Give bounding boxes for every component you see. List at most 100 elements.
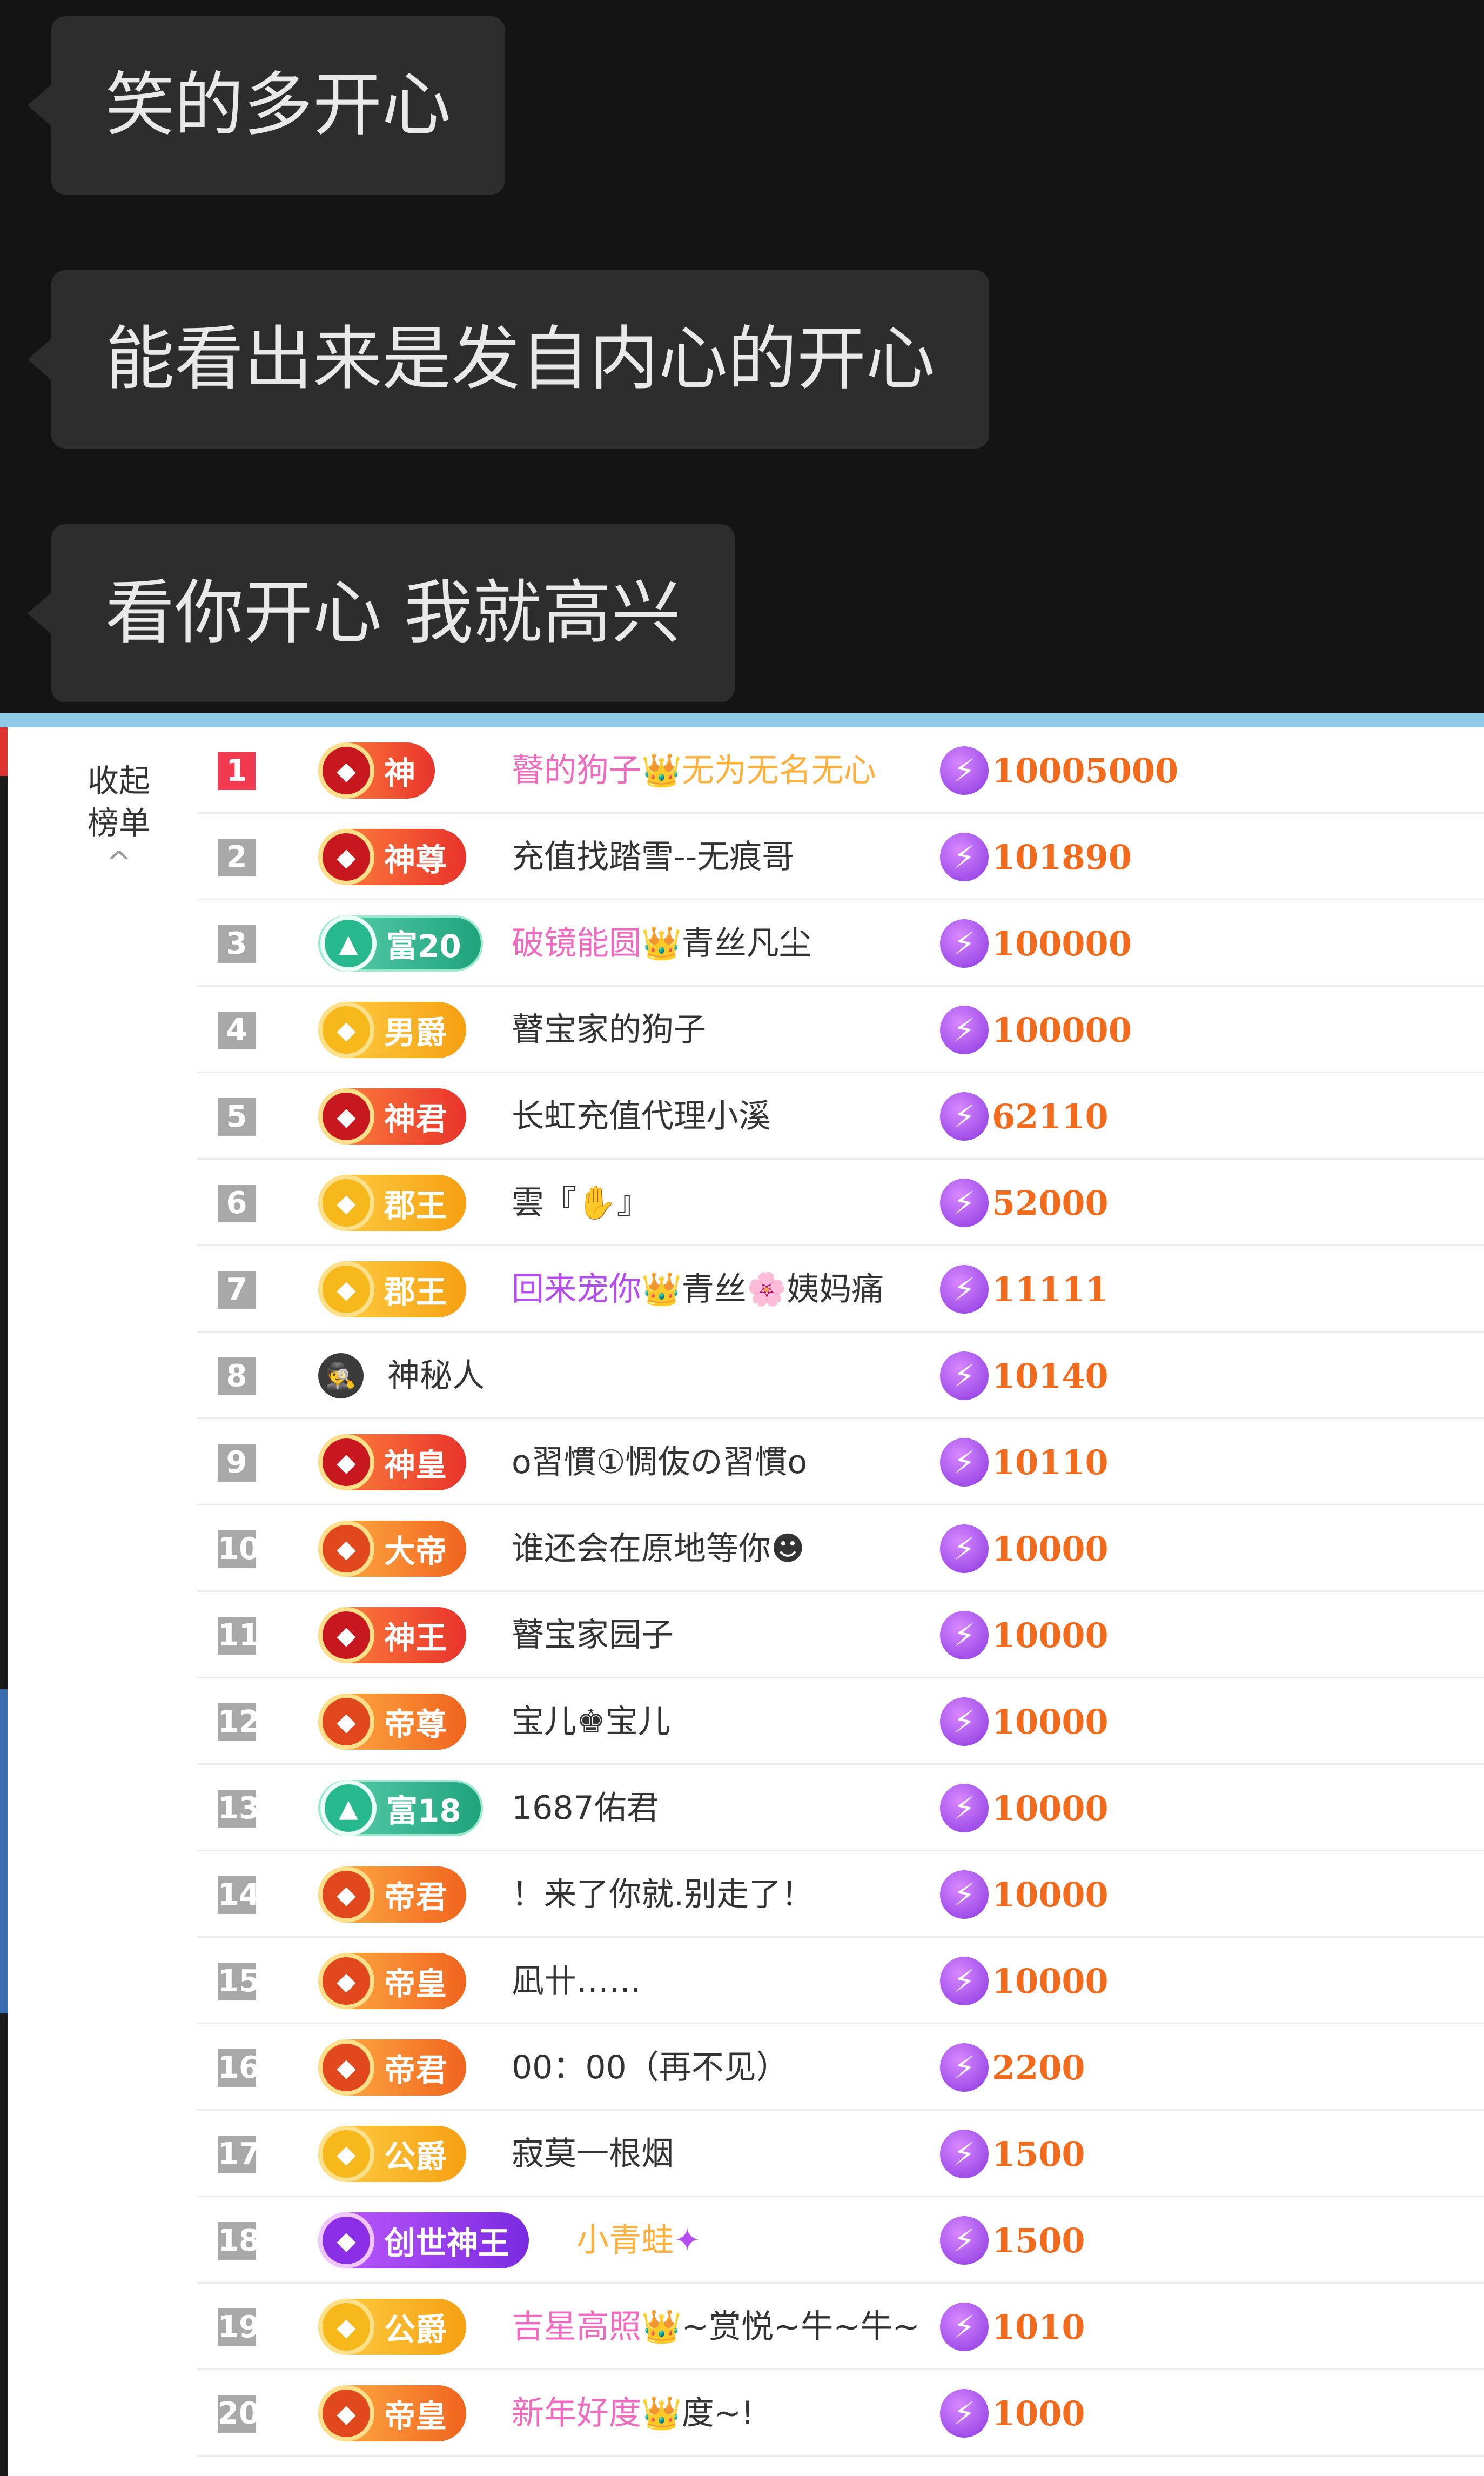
chat-bubble: 笑的多开心	[27, 16, 506, 195]
table-row[interactable]: 9 ◆ 神皇 o習慣①惆伖の習慣o ⚡ 10110	[197, 1419, 1484, 1505]
score-value: 10110	[992, 1442, 1109, 1482]
user-name: 00：00（再不见）	[512, 2024, 789, 2111]
score-value: 52000	[992, 1183, 1109, 1223]
rank-number: 15	[218, 1963, 260, 2000]
user-name-part: o習慣①惆伖の習慣o	[512, 1443, 808, 1481]
rank-number: 18	[218, 2222, 260, 2260]
user-name-part: 👑	[641, 2394, 682, 2432]
collapse-board-button[interactable]: 收起 榜单 ^	[81, 760, 157, 878]
lightning-icon: ⚡	[940, 1697, 989, 1746]
badge-label: 郡王	[384, 1187, 447, 1224]
lightning-icon: ⚡	[940, 2216, 989, 2265]
user-name-part: 宝儿♚宝儿	[512, 1703, 670, 1741]
table-row[interactable]: 11 ◆ 神王 瞽宝家园子 ⚡ 10000	[197, 1592, 1484, 1678]
badge-label: 帝皇	[384, 2398, 447, 2434]
lightning-icon: ⚡	[940, 1524, 989, 1573]
user-name-part: 小青蛙	[576, 2221, 674, 2259]
badge-label: 郡王	[384, 1274, 447, 1310]
badge-label: 神尊	[384, 841, 447, 878]
user-name: 瞽宝家的狗子	[512, 987, 706, 1073]
table-row[interactable]: 6 ◆ 郡王 雲『✋』 ⚡ 52000	[197, 1160, 1484, 1246]
level-badge: ◆ 郡王	[318, 1261, 467, 1317]
rank-emblem-icon: ◆	[318, 742, 374, 799]
table-row[interactable]: 2 ◆ 神尊 充值找踏雪--无痕哥 ⚡ 101890	[197, 814, 1484, 900]
lightning-icon: ⚡	[940, 2130, 989, 2178]
table-row[interactable]: 13 ▲ 富18 1687佑君 ⚡ 10000	[197, 1765, 1484, 1851]
contribution-score: ⚡ 10000	[940, 1851, 1109, 1938]
contribution-score: ⚡ 100000	[940, 900, 1132, 987]
contribution-score: ⚡ 10140	[940, 1333, 1109, 1419]
rank-emblem-icon: ◆	[318, 1434, 374, 1490]
user-name-part: 👑	[641, 925, 682, 962]
table-row[interactable]: 18 ◆ 创世神王 小青蛙✦ ⚡ 1500	[197, 2197, 1484, 2284]
level-badge: ◆ 郡王	[318, 1175, 467, 1231]
left-edge	[0, 727, 8, 2476]
table-row[interactable]: 20 ◆ 帝皇 新年好度👑度~! ⚡ 1000	[197, 2370, 1484, 2457]
level-badge: ▲ 富18	[318, 1780, 483, 1836]
collapse-label-line1: 收起	[87, 762, 150, 799]
user-name-part: 👑	[641, 2308, 682, 2346]
table-row[interactable]: 15 ◆ 帝皇 凪卄…… ⚡ 10000	[197, 1938, 1484, 2024]
table-row[interactable]: 8 🕵 神秘人 ⚡ 10140	[197, 1333, 1484, 1419]
table-row[interactable]: 7 ◆ 郡王 回来宠你👑青丝🌸姨妈痛 ⚡ 11111	[197, 1246, 1484, 1333]
table-row[interactable]: 5 ◆ 神君 长虹充值代理小溪 ⚡ 62110	[197, 1073, 1484, 1160]
badge-label: 大帝	[384, 1533, 447, 1570]
rank-number: 16	[218, 2049, 260, 2087]
user-name: 谁还会在原地等你☻	[512, 1505, 805, 1592]
contribution-score: ⚡ 2200	[940, 2024, 1085, 2111]
user-name-part: 寂莫一根烟	[512, 2135, 674, 2173]
rank-number: 12	[218, 1703, 260, 1741]
rank-number: 3	[218, 925, 256, 963]
contribution-score: ⚡ 100000	[940, 987, 1132, 1073]
user-name: 寂莫一根烟	[512, 2111, 674, 2197]
user-name-part: ~赏悦~牛~牛~	[681, 2308, 920, 2346]
lightning-icon: ⚡	[940, 1351, 989, 1400]
user-name: 充值找踏雪--无痕哥	[512, 814, 794, 900]
table-row[interactable]: 16 ◆ 帝君 00：00（再不见） ⚡ 2200	[197, 2024, 1484, 2111]
rank-number: 19	[218, 2308, 260, 2346]
badge-label: 帝君	[384, 1879, 447, 1916]
lightning-icon: ⚡	[940, 2389, 989, 2438]
lightning-icon: ⚡	[940, 919, 989, 968]
left-edge-marker	[0, 727, 8, 776]
table-row[interactable]: 17 ◆ 公爵 寂莫一根烟 ⚡ 1500	[197, 2111, 1484, 2197]
user-name-part: 雲『✋』	[512, 1184, 649, 1222]
rank-emblem-icon: ◆	[318, 2212, 374, 2268]
lightning-icon: ⚡	[940, 2303, 989, 2351]
table-row[interactable]: 1 ◆ 神瞽的狗子👑无为无名无心 ⚡ 10005000	[197, 727, 1484, 814]
user-name-part: 1687佑君	[512, 1789, 659, 1827]
level-badge: ◆ 帝皇	[318, 1953, 467, 2009]
rank-number: 10	[218, 1530, 260, 1568]
contribution-score: ⚡ 11111	[940, 1246, 1109, 1333]
table-row[interactable]: 19 ◆ 公爵 吉星高照👑~赏悦~牛~牛~ ⚡ 1010	[197, 2284, 1484, 2370]
user-name-part: 青丝🌸姨妈痛	[681, 1270, 884, 1308]
badge-label: 神王	[384, 1620, 447, 1656]
contribution-score: ⚡ 10000	[940, 1938, 1109, 2024]
level-badge: ◆ 帝君	[318, 2039, 467, 2096]
rank-emblem-icon: ◆	[318, 2126, 374, 2182]
user-name-part: 神秘人	[387, 1357, 485, 1395]
level-badge: ◆ 神尊	[318, 829, 467, 885]
rank-emblem-icon: ◆	[318, 2299, 374, 2355]
rank-number: 2	[218, 839, 256, 876]
rank-number: 1	[218, 752, 256, 790]
rank-emblem-icon: ◆	[318, 829, 374, 885]
score-value: 1000	[992, 2393, 1085, 2433]
badge-label: 神	[384, 755, 416, 792]
contribution-score: ⚡ 10000	[940, 1678, 1109, 1765]
table-row[interactable]: 14 ◆ 帝君 ！来了你就.别走了！ ⚡ 10000	[197, 1851, 1484, 1938]
table-row[interactable]: 10 ◆ 大帝 谁还会在原地等你☻ ⚡ 10000	[197, 1505, 1484, 1592]
table-row[interactable]: 12 ◆ 帝尊 宝儿♚宝儿 ⚡ 10000	[197, 1678, 1484, 1765]
contribution-score: ⚡ 10000	[940, 1765, 1109, 1851]
score-value: 1010	[992, 2307, 1085, 2347]
contribution-score: ⚡ 1000	[940, 2370, 1085, 2457]
user-name-part: 充值找踏雪--无痕哥	[512, 838, 795, 876]
lightning-icon: ⚡	[940, 1265, 989, 1314]
level-badge: ▲ 富20	[318, 915, 483, 972]
table-row[interactable]: 3 ▲ 富20 破镜能圆👑青丝凡尘 ⚡ 100000	[197, 900, 1484, 987]
rank-emblem-icon: ◆	[318, 2039, 374, 2096]
score-value: 100000	[992, 1010, 1132, 1050]
user-name: 1687佑君	[512, 1765, 659, 1851]
collapse-label-line2: 榜单	[87, 805, 150, 841]
table-row[interactable]: 4 ◆ 男爵 瞽宝家的狗子 ⚡ 100000	[197, 987, 1484, 1073]
